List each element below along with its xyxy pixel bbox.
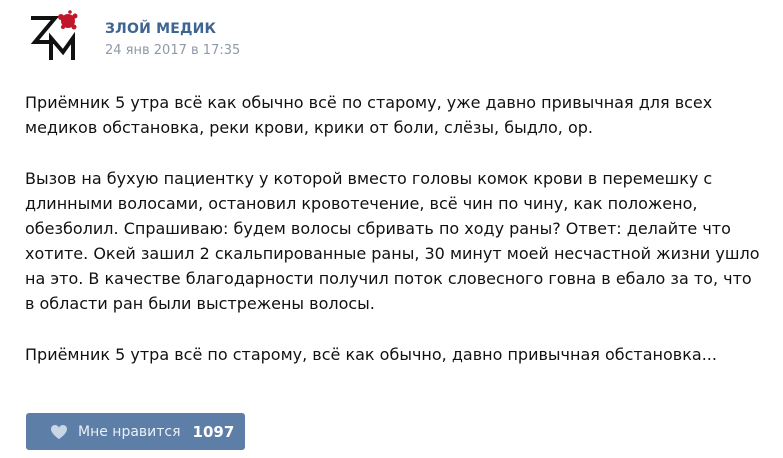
like-label: Мне нравится	[78, 423, 181, 440]
like-count: 1097	[192, 422, 235, 441]
post-paragraph: Приёмник 5 утра всё как обычно всё по ст…	[25, 93, 713, 137]
post-paragraph: Вызов на бухую пациентку у которой вмест…	[25, 169, 760, 313]
post-paragraph: Приёмник 5 утра всё по старому, всё как …	[25, 345, 717, 364]
author-name[interactable]: ЗЛОЙ МЕДИК	[105, 21, 216, 37]
post-date[interactable]: 24 янв 2017 в 17:35	[105, 43, 240, 58]
like-button[interactable]: Мне нравится 1097	[26, 413, 245, 450]
post-header: ЗЛОЙ МЕДИК 24 янв 2017 в 17:35	[25, 8, 765, 68]
post-text: Приёмник 5 утра всё как обычно всё по ст…	[25, 90, 765, 393]
zm-logo-icon	[30, 10, 78, 60]
heart-icon	[50, 424, 68, 440]
avatar[interactable]	[25, 8, 83, 66]
